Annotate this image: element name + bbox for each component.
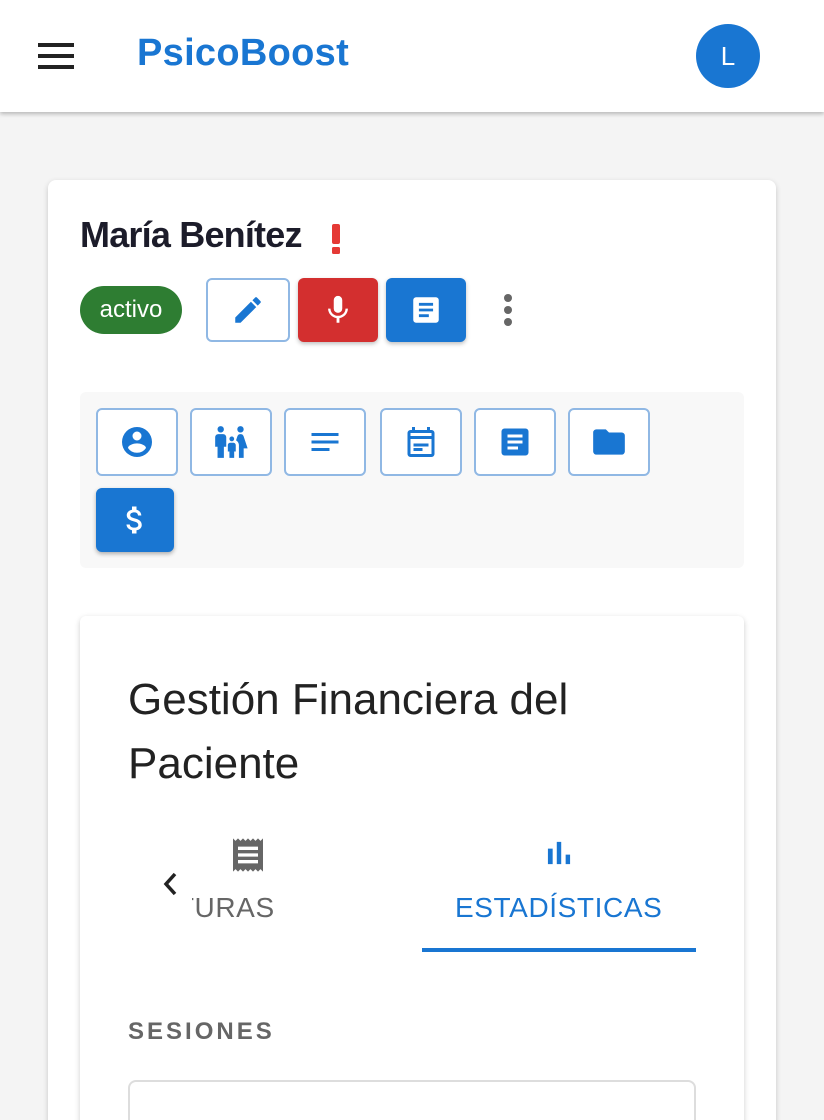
sessions-panel (128, 1080, 696, 1120)
tab-estadisticas[interactable]: ESTADÍSTICAS (422, 822, 696, 948)
calendar-section-button[interactable] (380, 408, 462, 476)
bar-chart-icon (547, 841, 571, 865)
more-options-button[interactable] (488, 278, 528, 342)
folder-icon (593, 429, 625, 455)
more-vert-icon (504, 294, 512, 326)
patient-name: María Benítez (80, 214, 302, 255)
sessions-heading: SESIONES (128, 1018, 275, 1045)
section-title: Gestión Financiera del Paciente (128, 675, 569, 788)
status-badge: activo (80, 286, 182, 334)
user-avatar[interactable]: L (696, 24, 760, 88)
tab-estadisticas-label: ESTADÍSTICAS (455, 892, 663, 923)
tab-facturas-label: CTURAS (192, 892, 275, 923)
profile-section-button[interactable] (96, 408, 178, 476)
family-icon (215, 426, 248, 458)
patient-card: María Benítez activo Gestión Financiera … (48, 180, 776, 1120)
account-circle-icon (122, 427, 152, 457)
document-icon (501, 428, 529, 456)
edit-patient-button[interactable] (206, 278, 290, 342)
microphone-icon (328, 295, 348, 323)
dollar-icon (126, 506, 142, 534)
menu-button[interactable] (24, 28, 88, 84)
tabs-scroll-prev-button[interactable] (150, 860, 190, 908)
priority-alert-icon (332, 224, 340, 254)
record-audio-button[interactable] (298, 278, 378, 342)
pencil-icon (235, 297, 261, 323)
notes-list-section-button[interactable] (284, 408, 366, 476)
family-section-button[interactable] (190, 408, 272, 476)
notes-lines-icon (311, 433, 339, 451)
calendar-icon (407, 427, 435, 457)
tab-facturas[interactable]: CTURAS (192, 822, 386, 948)
finance-card: Gestión Financiera del Paciente CTURAS (80, 616, 744, 1120)
hamburger-menu-icon (38, 43, 74, 69)
chevron-left-icon (163, 872, 177, 896)
app-bar: PsicoBoost L (0, 0, 824, 112)
document-icon (413, 297, 439, 323)
tab-indicator (422, 948, 696, 952)
brand-title[interactable]: PsicoBoost (137, 32, 349, 75)
finance-tabs: CTURAS ESTADÍSTICAS (128, 822, 696, 952)
files-section-button[interactable] (568, 408, 650, 476)
receipt-icon (233, 838, 263, 872)
section-toolbar (80, 392, 744, 568)
finance-section-button[interactable] (96, 488, 174, 552)
tabs-scroller: CTURAS ESTADÍSTICAS (192, 822, 696, 952)
notes-button[interactable] (386, 278, 466, 342)
documents-section-button[interactable] (474, 408, 556, 476)
